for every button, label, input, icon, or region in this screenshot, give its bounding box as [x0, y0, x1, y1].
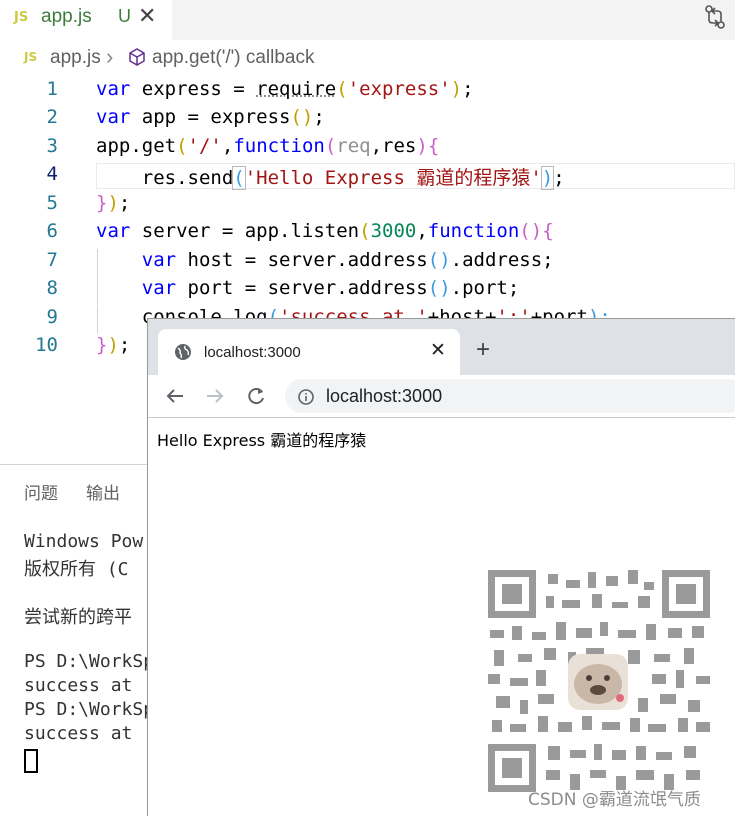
untracked-badge: U	[118, 6, 131, 26]
terminal-cursor	[24, 749, 38, 773]
compare-changes-icon[interactable]	[703, 4, 727, 35]
reload-icon[interactable]	[245, 385, 267, 412]
breadcrumb-file[interactable]: app.js	[50, 47, 101, 69]
code-text: });	[96, 192, 131, 214]
code-text: var server = app.listen(3000,function(){	[96, 220, 554, 242]
tab-problems[interactable]: 问题	[24, 479, 58, 504]
line-number: 6	[46, 220, 58, 242]
csdn-watermark: CSDN @霸道流氓气质	[528, 790, 701, 810]
terminal-line: 尝试新的跨平	[24, 607, 132, 628]
code-text: var host = server.address().address;	[141, 249, 554, 271]
terminal-line: success at	[24, 675, 133, 696]
back-arrow-icon[interactable]	[164, 385, 186, 412]
line-number: 2	[46, 106, 58, 128]
url-text: localhost:3000	[326, 386, 443, 406]
terminal-line: PS D:\WorkSp	[24, 699, 148, 720]
info-icon[interactable]	[297, 388, 315, 411]
line-number: 1	[46, 78, 58, 100]
breadcrumb: JS app.js › app.get('/') callback	[0, 42, 735, 74]
tab-output[interactable]: 输出	[86, 479, 120, 504]
code-text: var express = require('express');	[96, 78, 474, 100]
forward-arrow-icon[interactable]	[204, 385, 226, 412]
new-tab-icon[interactable]: +	[476, 338, 490, 362]
address-bar[interactable]: localhost:3000	[285, 379, 735, 413]
browser-tab-title: localhost:3000	[204, 344, 301, 361]
line-number: 4	[46, 163, 58, 185]
code-line-current: 4 res.send('Hello Express 霸道的程序猿');	[0, 163, 735, 191]
chevron-right-icon: ›	[106, 44, 114, 69]
breadcrumb-symbol[interactable]: app.get('/') callback	[152, 47, 315, 69]
line-number: 3	[46, 135, 58, 157]
code-text: var port = server.address().port;	[141, 277, 520, 299]
code-line: 6 var server = app.listen(3000,function(…	[0, 220, 735, 248]
browser-tab-strip: localhost:3000 ✕ +	[148, 319, 735, 375]
terminal-panel[interactable]: 问题 输出 Windows Pow 版权所有 (C 尝试新的跨平 PS D:\W…	[0, 464, 148, 817]
code-text: res.send('Hello Express 霸道的程序猿');	[96, 166, 565, 190]
browser-toolbar: localhost:3000	[148, 375, 735, 418]
page-body-text: Hello Express 霸道的程序猿	[157, 431, 367, 450]
line-number: 5	[46, 192, 58, 214]
code-line: 7 var host = server.address().address;	[0, 249, 735, 277]
method-cube-icon	[127, 47, 147, 73]
code-line: 2 var app = express();	[0, 106, 735, 134]
js-file-icon: JS	[14, 10, 29, 25]
browser-tab[interactable]: localhost:3000 ✕	[158, 329, 460, 375]
line-number: 10	[35, 334, 58, 356]
line-number: 8	[46, 277, 58, 299]
line-number: 9	[46, 306, 58, 328]
tab-filename: app.js	[41, 6, 92, 27]
line-number: 7	[46, 249, 58, 271]
globe-icon	[174, 343, 192, 366]
terminal-line: PS D:\WorkSp	[24, 651, 148, 672]
code-text: });	[96, 334, 131, 356]
terminal-line: 版权所有 (C	[24, 559, 129, 580]
terminal-line: Windows Pow	[24, 531, 144, 552]
code-line: 3 app.get('/',function(req,res){	[0, 135, 735, 163]
tab-app-js[interactable]: JS app.js U ✕	[0, 0, 172, 40]
browser-window: localhost:3000 ✕ + localhost:3000 Hello …	[147, 318, 735, 816]
code-line: 8 var port = server.address().port;	[0, 277, 735, 305]
terminal-line: success at	[24, 723, 133, 744]
code-text: var app = express();	[96, 106, 325, 128]
code-line: 1 var express = require('express');	[0, 78, 735, 106]
close-tab-icon[interactable]: ✕	[138, 3, 156, 29]
js-file-icon: JS	[24, 50, 38, 64]
code-text: app.get('/',function(req,res){	[96, 135, 440, 157]
qr-code-image	[488, 570, 710, 792]
editor-tab-bar: JS app.js U ✕	[0, 0, 735, 40]
code-line: 5 });	[0, 192, 735, 220]
close-tab-icon[interactable]: ✕	[430, 339, 446, 362]
